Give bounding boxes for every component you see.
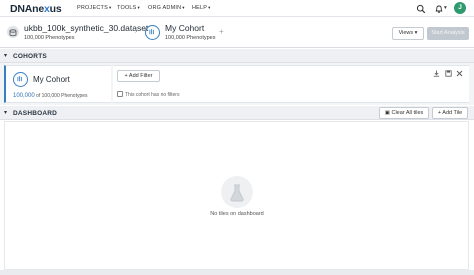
cohorts-section-title: COHORTS xyxy=(13,53,47,60)
logo-text: DNAne xyxy=(10,3,45,15)
no-filters-text: This cohort has no filters xyxy=(125,92,180,98)
chevron-down-icon: ▾ xyxy=(208,5,211,10)
nav-projects[interactable]: PROJECTS▾ xyxy=(77,5,111,11)
logo-text-end: us xyxy=(49,3,62,15)
chevron-down-icon: ▾ xyxy=(414,30,418,36)
dataset-header: ukbb_100k_synthetic_30.dataset 100,000 P… xyxy=(0,18,474,48)
search-icon[interactable] xyxy=(416,4,426,14)
cohort-icon xyxy=(13,72,28,87)
nav-help-label: HELP xyxy=(192,5,208,11)
no-filters-message: This cohort has no filters xyxy=(117,91,179,98)
cohort-tab-name[interactable]: My Cohort xyxy=(165,23,204,33)
chevron-down-icon[interactable]: ▾ xyxy=(4,52,7,59)
chevron-down-icon: ▾ xyxy=(108,5,112,10)
cohort-icon xyxy=(145,25,160,40)
cohorts-section-header[interactable]: ▾ COHORTS xyxy=(0,49,474,63)
nav-org-admin-label: ORG ADMIN xyxy=(148,5,182,11)
cohorts-panel: My Cohort 100,000 of 100,000 Phenotypes … xyxy=(0,63,474,105)
nav-projects-label: PROJECTS xyxy=(77,5,108,11)
empty-dashboard-text: No tiles on dashboard xyxy=(210,211,264,217)
dataset-subtitle: 100,000 Phenotypes xyxy=(24,35,75,41)
dataset-name[interactable]: ukbb_100k_synthetic_30.dataset xyxy=(24,23,148,33)
clear-all-tiles-label: Clear All tiles xyxy=(391,110,424,116)
cohort-card[interactable]: My Cohort 100,000 of 100,000 Phenotypes xyxy=(4,65,111,103)
cohort-count-value: 100,000 xyxy=(13,93,35,99)
nav-tools[interactable]: TOOLS▾ xyxy=(117,5,140,11)
info-icon xyxy=(117,91,123,97)
chevron-right-icon: › xyxy=(135,28,138,35)
close-icon[interactable] xyxy=(456,70,463,77)
top-navigation: DNAnexus PROJECTS▾ TOOLS▾ ORG ADMIN▾ HEL… xyxy=(0,0,474,17)
add-cohort-tab-button[interactable]: + xyxy=(219,27,224,36)
chevron-down-icon[interactable]: ▾ xyxy=(4,109,7,116)
avatar[interactable]: J xyxy=(454,2,466,14)
add-tile-button[interactable]: + Add Tile xyxy=(432,107,468,119)
nav-tools-label: TOOLS xyxy=(117,5,137,11)
database-icon xyxy=(7,26,19,38)
start-analysis-button[interactable]: Start Analysis xyxy=(427,27,469,40)
save-icon[interactable] xyxy=(445,70,452,77)
clear-all-tiles-button[interactable]: ▣ Clear All tiles xyxy=(379,107,429,119)
chevron-down-icon: ▾ xyxy=(137,5,141,10)
filter-panel: + Add Filter This cohort has no filters xyxy=(113,65,469,103)
views-dropdown[interactable]: Views ▾ xyxy=(392,27,424,40)
chevron-down-icon[interactable]: ▾ xyxy=(444,5,447,11)
views-label: Views xyxy=(398,30,414,36)
clear-tiles-icon: ▣ xyxy=(384,110,390,116)
cohort-count-suffix: of 100,000 Phenotypes xyxy=(36,93,88,99)
bottom-scroll-area xyxy=(0,270,474,275)
flask-icon xyxy=(221,176,253,208)
download-icon[interactable] xyxy=(433,70,440,77)
add-filter-button[interactable]: + Add Filter xyxy=(117,70,160,82)
dashboard-section-title: DASHBOARD xyxy=(13,110,58,117)
nav-help[interactable]: HELP▾ xyxy=(192,5,211,11)
chevron-down-icon: ▾ xyxy=(182,5,185,10)
cohort-card-count: 100,000 of 100,000 Phenotypes xyxy=(13,93,88,99)
cohort-card-name: My Cohort xyxy=(33,75,70,84)
dnanexus-logo[interactable]: DNAnexus xyxy=(10,3,62,15)
cohort-tab-subtitle: 100,000 Phenotypes xyxy=(165,35,216,41)
nav-org-admin[interactable]: ORG ADMIN▾ xyxy=(148,5,185,11)
bell-icon[interactable] xyxy=(434,4,444,14)
